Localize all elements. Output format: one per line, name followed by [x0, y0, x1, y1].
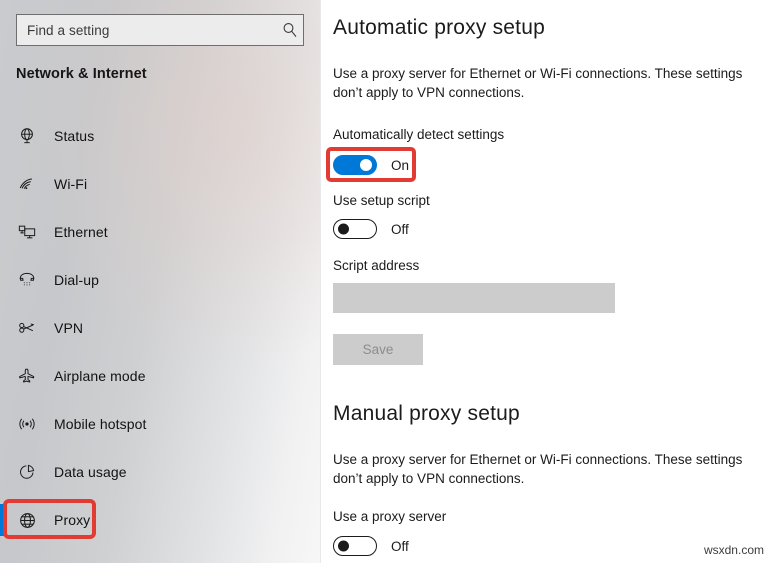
save-button[interactable]: Save: [333, 334, 423, 365]
script-address-input[interactable]: [333, 283, 615, 313]
toggle-switch-off[interactable]: [333, 219, 377, 239]
sidebar-item-wifi[interactable]: Wi-Fi: [0, 160, 321, 208]
sidebar-item-label: Wi-Fi: [54, 176, 88, 192]
sidebar-nav: Status Wi-Fi Ethernet Dial-up VPN Airpla…: [0, 112, 321, 544]
sidebar-item-label: Airplane mode: [54, 368, 146, 384]
setup-script-toggle[interactable]: Off: [333, 219, 409, 239]
automatic-proxy-description: Use a proxy server for Ethernet or Wi-Fi…: [333, 66, 743, 100]
detect-settings-label: Automatically detect settings: [333, 127, 505, 142]
hotspot-signal-icon: [18, 415, 48, 433]
automatic-proxy-heading: Automatic proxy setup: [333, 16, 545, 39]
sidebar: Find a setting Network & Internet Status…: [0, 0, 321, 563]
sidebar-item-label: Mobile hotspot: [54, 416, 147, 432]
content-pane: Automatic proxy setup Use a proxy server…: [321, 0, 772, 563]
manual-proxy-description: Use a proxy server for Ethernet or Wi-Fi…: [333, 452, 743, 486]
wifi-icon: [18, 175, 48, 193]
sidebar-item-data-usage[interactable]: Data usage: [0, 448, 321, 496]
sidebar-item-ethernet[interactable]: Ethernet: [0, 208, 321, 256]
search-icon[interactable]: [277, 22, 303, 38]
search-input-placeholder: Find a setting: [27, 22, 110, 38]
sidebar-item-label: Dial-up: [54, 272, 100, 288]
toggle-knob: [338, 223, 349, 235]
sidebar-item-vpn[interactable]: VPN: [0, 304, 321, 352]
sidebar-item-proxy[interactable]: Proxy: [0, 496, 321, 544]
setup-script-label: Use setup script: [333, 193, 430, 208]
settings-window: Find a setting Network & Internet Status…: [0, 0, 772, 563]
detect-settings-toggle[interactable]: On: [333, 155, 409, 175]
pie-chart-icon: [18, 463, 48, 481]
sidebar-item-label: Ethernet: [54, 224, 108, 240]
sidebar-item-airplane-mode[interactable]: Airplane mode: [0, 352, 321, 400]
sidebar-item-label: Proxy: [54, 512, 91, 528]
use-proxy-server-state: Off: [391, 538, 409, 554]
script-address-label: Script address: [333, 258, 420, 273]
sidebar-item-mobile-hotspot[interactable]: Mobile hotspot: [0, 400, 321, 448]
sidebar-item-label: Data usage: [54, 464, 127, 480]
globe-icon: [18, 511, 48, 530]
use-proxy-server-label: Use a proxy server: [333, 509, 447, 524]
ethernet-icon: [18, 223, 48, 241]
toggle-knob: [360, 159, 372, 171]
detect-settings-state: On: [391, 157, 410, 173]
sidebar-item-dialup[interactable]: Dial-up: [0, 256, 321, 304]
setup-script-state: Off: [391, 221, 409, 237]
sidebar-item-status[interactable]: Status: [0, 112, 321, 160]
sidebar-item-label: VPN: [54, 320, 84, 336]
globe-network-icon: [18, 127, 48, 145]
toggle-switch-off[interactable]: [333, 536, 377, 556]
use-proxy-server-toggle[interactable]: Off: [333, 536, 409, 556]
airplane-icon: [18, 367, 48, 385]
manual-proxy-heading: Manual proxy setup: [333, 402, 520, 425]
toggle-switch-on[interactable]: [333, 155, 377, 175]
sidebar-item-label: Status: [54, 128, 95, 144]
search-input[interactable]: Find a setting: [16, 14, 304, 46]
page-title: Network & Internet: [16, 66, 147, 82]
watermark: wsxdn.com: [703, 543, 764, 557]
toggle-knob: [338, 540, 349, 552]
dialup-phone-icon: [18, 271, 48, 289]
save-button-label: Save: [362, 342, 394, 357]
vpn-key-icon: [18, 319, 48, 337]
